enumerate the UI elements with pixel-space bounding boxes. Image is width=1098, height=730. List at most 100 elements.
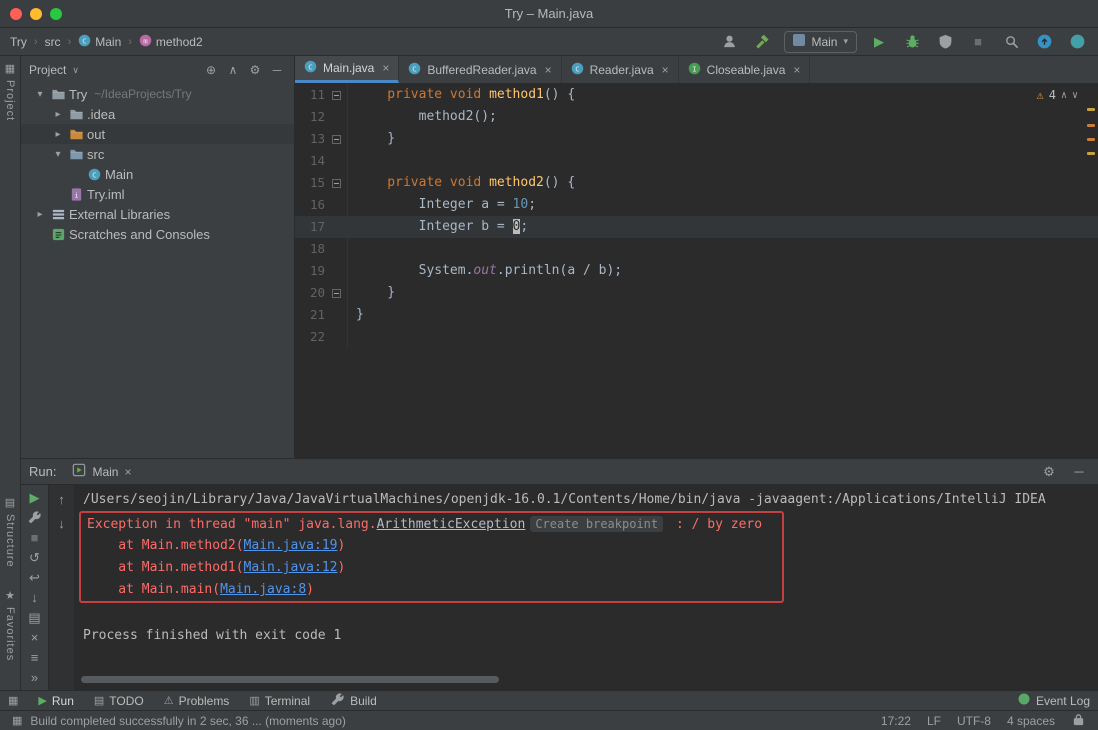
project-panel-title[interactable]: Project (29, 63, 66, 77)
breadcrumb-item[interactable]: Try (10, 35, 27, 49)
close-tab-icon[interactable]: × (793, 63, 800, 77)
chevron-down-icon[interactable]: ▾ (49, 149, 67, 160)
console-output[interactable]: /Users/seojin/Library/Java/JavaVirtualMa… (75, 485, 1098, 690)
analysis-mark[interactable] (1087, 152, 1095, 155)
code-line[interactable]: 20 } (295, 282, 1098, 304)
code-line[interactable]: 14 (295, 150, 1098, 172)
close-tab-icon[interactable]: × (662, 63, 669, 77)
inspections-widget[interactable]: ⚠ 4 ∧ ∨ (1032, 87, 1082, 103)
code-line[interactable]: 13 } (295, 128, 1098, 150)
settings-icon[interactable]: ⚙ (246, 61, 264, 79)
tree-item-out[interactable]: ▸ out (21, 124, 294, 144)
tree-item--idea[interactable]: ▸ .idea (21, 104, 294, 124)
toolstrip-favorites[interactable]: ★ Favorites (0, 589, 20, 661)
chevron-right-icon[interactable]: ▸ (49, 109, 67, 120)
tab-reader-java[interactable]: C Reader.java × (562, 56, 679, 83)
close-tab-icon[interactable]: × (382, 61, 389, 75)
locate-file-icon[interactable]: ⊕ (202, 61, 220, 79)
breadcrumb-item[interactable]: C Main (78, 34, 121, 50)
hide-panel-icon[interactable]: ─ (1068, 461, 1090, 483)
toolwindow-todo[interactable]: ▤ TODO (94, 694, 144, 708)
code-line[interactable]: 18 (295, 238, 1098, 260)
tree-item-src[interactable]: ▾ src (21, 144, 294, 164)
chevron-right-icon[interactable]: ▸ (31, 209, 49, 220)
up-stack-trace-button[interactable]: ↑ (51, 489, 73, 510)
hide-panel-icon[interactable]: ─ (268, 61, 286, 79)
code-line[interactable]: 21} (295, 304, 1098, 326)
fold-column[interactable] (325, 128, 347, 150)
status-indent[interactable]: 4 spaces (1007, 714, 1055, 728)
toolwindow-build[interactable]: Build (330, 692, 377, 710)
fold-column[interactable] (325, 172, 347, 194)
console-link[interactable]: Main.java:8 (220, 582, 306, 597)
soft-wrap-button[interactable]: ↩ (24, 569, 46, 586)
fold-marker-icon[interactable] (331, 178, 341, 188)
scroll-to-end-button[interactable]: ↓ (24, 589, 46, 606)
status-line-separator[interactable]: LF (927, 714, 941, 728)
print-button[interactable]: ▤ (24, 609, 46, 626)
close-tab-icon[interactable]: × (545, 63, 552, 77)
close-window-button[interactable] (10, 8, 22, 20)
update-project-icon[interactable] (1033, 31, 1055, 53)
tab-closeable-java[interactable]: I Closeable.java × (679, 56, 811, 83)
collapse-all-icon[interactable]: ∧ (224, 61, 242, 79)
chevron-down-icon[interactable]: ∨ (72, 65, 79, 76)
build-project-icon[interactable] (751, 31, 773, 53)
search-everywhere-icon[interactable] (1000, 31, 1022, 53)
fold-column[interactable] (325, 84, 347, 106)
build-button[interactable] (24, 509, 46, 526)
code-line[interactable]: 12 method2(); (295, 106, 1098, 128)
toolwindow-switcher-icon[interactable]: ▦ (8, 694, 18, 707)
code-line[interactable]: 11 private void method1() { (295, 84, 1098, 106)
code-editor[interactable]: 11 private void method1() {12 method2();… (295, 84, 1098, 458)
lock-icon[interactable] (1071, 712, 1086, 730)
breadcrumb-item[interactable]: m method2 (139, 34, 203, 50)
status-time[interactable]: 17:22 (881, 714, 911, 728)
tab-main-java[interactable]: C Main.java × (295, 56, 400, 83)
run-button[interactable]: ▶ (868, 31, 890, 53)
user-settings-icon[interactable] (718, 31, 740, 53)
analysis-mark[interactable] (1087, 108, 1095, 111)
code-line[interactable]: 17 Integer b = 0; (295, 216, 1098, 238)
status-panel-icon[interactable]: ▦ (12, 714, 22, 727)
next-problem-icon[interactable]: ∨ (1072, 90, 1078, 101)
toolwindow-terminal[interactable]: ▥ Terminal (249, 694, 310, 708)
zoom-window-button[interactable] (50, 8, 62, 20)
stop-icon[interactable]: ■ (967, 31, 989, 53)
rerun-button[interactable]: ▶ (24, 489, 46, 506)
stop-button[interactable]: ■ (24, 529, 46, 546)
run-config-select[interactable]: Main ▾ (784, 30, 857, 53)
tree-item-main[interactable]: C Main (21, 164, 294, 184)
fold-marker-icon[interactable] (331, 134, 341, 144)
ide-settings-icon[interactable] (1066, 31, 1088, 53)
analysis-mark[interactable] (1087, 138, 1095, 141)
settings-icon[interactable]: ⚙ (1038, 461, 1060, 483)
minimize-window-button[interactable] (30, 8, 42, 20)
prev-problem-icon[interactable]: ∧ (1061, 90, 1067, 101)
coverage-icon[interactable] (934, 31, 956, 53)
fold-marker-icon[interactable] (331, 90, 341, 100)
analysis-mark[interactable] (1087, 124, 1095, 127)
fold-column[interactable] (325, 282, 347, 304)
restore-layout-button[interactable]: ↺ (24, 549, 46, 566)
console-link[interactable]: Main.java:12 (244, 560, 338, 575)
tree-item-external-libraries[interactable]: ▸ External Libraries (21, 204, 294, 224)
toolstrip-structure[interactable]: ▤ Structure (0, 496, 20, 568)
toolwindow-problems[interactable]: ⚠ Problems (164, 694, 230, 708)
code-line[interactable]: 22 (295, 326, 1098, 348)
fold-marker-icon[interactable] (331, 288, 341, 298)
chevron-down-icon[interactable]: ▾ (31, 89, 49, 100)
chevron-right-icon[interactable]: ▸ (49, 129, 67, 140)
toolwindow-run[interactable]: ▶ Run (38, 694, 73, 708)
status-encoding[interactable]: UTF-8 (957, 714, 991, 728)
tree-item-try-iml[interactable]: i Try.iml (21, 184, 294, 204)
tree-item-scratches-and-consoles[interactable]: Scratches and Consoles (21, 224, 294, 244)
event-log-button[interactable]: Event Log (1018, 693, 1090, 708)
down-stack-trace-button[interactable]: ↓ (51, 513, 73, 534)
clear-all-button[interactable]: × (24, 629, 46, 646)
breadcrumb-item[interactable]: src (45, 35, 61, 49)
exception-link[interactable]: ArithmeticException (377, 517, 526, 532)
layout-menu-button[interactable]: ≡ (24, 649, 46, 666)
console-link[interactable]: Main.java:19 (244, 538, 338, 553)
horizontal-scrollbar[interactable] (81, 676, 499, 683)
